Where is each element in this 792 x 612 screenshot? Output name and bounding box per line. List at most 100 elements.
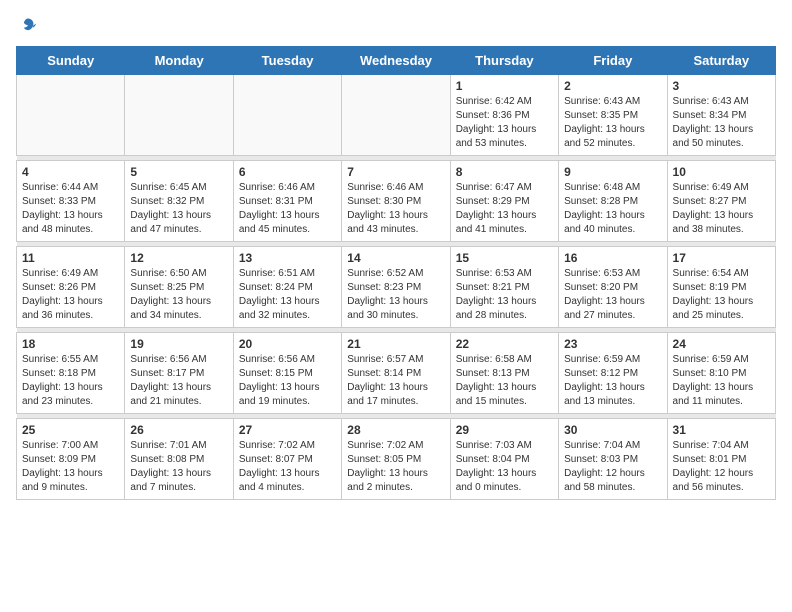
- day-number: 3: [673, 79, 770, 93]
- day-number: 22: [456, 337, 553, 351]
- calendar-cell: 16 Sunrise: 6:53 AM Sunset: 8:20 PM Dayli…: [559, 247, 667, 328]
- day-info: Sunrise: 6:49 AM Sunset: 8:27 PM Dayligh…: [673, 181, 770, 237]
- calendar-cell: 31Sunrise: 7:04 AM Sunset: 8:01 PM Dayli…: [667, 419, 775, 500]
- day-info: Sunrise: 6:52 AM Sunset: 8:23 PM Dayligh…: [347, 267, 444, 323]
- day-info: Sunrise: 6:51 AM Sunset: 8:24 PM Dayligh…: [239, 267, 336, 323]
- day-number: 9: [564, 165, 661, 179]
- calendar-cell: 9 Sunrise: 6:48 AM Sunset: 8:28 PM Daylig…: [559, 161, 667, 242]
- calendar-cell: 25 Sunrise: 7:00 AM Sunset: 8:09 PM Dayli…: [17, 419, 125, 500]
- calendar-cell: 23 Sunrise: 6:59 AM Sunset: 8:12 PM Dayli…: [559, 333, 667, 414]
- calendar-cell: [125, 75, 233, 156]
- day-number: 23: [564, 337, 661, 351]
- calendar-cell: 4 Sunrise: 6:44 AM Sunset: 8:33 PM Daylig…: [17, 161, 125, 242]
- day-header-tuesday: Tuesday: [233, 47, 341, 75]
- day-info: Sunrise: 6:56 AM Sunset: 8:15 PM Dayligh…: [239, 353, 336, 409]
- day-number: 11: [22, 251, 119, 265]
- day-info: Sunrise: 6:58 AM Sunset: 8:13 PM Dayligh…: [456, 353, 553, 409]
- day-header-friday: Friday: [559, 47, 667, 75]
- day-number: 7: [347, 165, 444, 179]
- day-number: 4: [22, 165, 119, 179]
- day-number: 18: [22, 337, 119, 351]
- calendar-cell: 24 Sunrise: 6:59 AM Sunset: 8:10 PM Dayli…: [667, 333, 775, 414]
- calendar-cell: 6 Sunrise: 6:46 AM Sunset: 8:31 PM Daylig…: [233, 161, 341, 242]
- day-number: 27: [239, 423, 336, 437]
- calendar-cell: 1 Sunrise: 6:42 AM Sunset: 8:36 PM Daylig…: [450, 75, 558, 156]
- calendar-cell: 19 Sunrise: 6:56 AM Sunset: 8:17 PM Dayli…: [125, 333, 233, 414]
- day-number: 2: [564, 79, 661, 93]
- day-header-wednesday: Wednesday: [342, 47, 450, 75]
- day-number: 21: [347, 337, 444, 351]
- calendar-cell: [17, 75, 125, 156]
- day-number: 24: [673, 337, 770, 351]
- day-number: 29: [456, 423, 553, 437]
- calendar-cell: 22 Sunrise: 6:58 AM Sunset: 8:13 PM Dayli…: [450, 333, 558, 414]
- calendar-cell: 21 Sunrise: 6:57 AM Sunset: 8:14 PM Dayli…: [342, 333, 450, 414]
- calendar-cell: 30Sunrise: 7:04 AM Sunset: 8:03 PM Dayli…: [559, 419, 667, 500]
- day-number: 28: [347, 423, 444, 437]
- calendar-cell: 18 Sunrise: 6:55 AM Sunset: 8:18 PM Dayli…: [17, 333, 125, 414]
- calendar-cell: 5 Sunrise: 6:45 AM Sunset: 8:32 PM Daylig…: [125, 161, 233, 242]
- calendar-cell: 10 Sunrise: 6:49 AM Sunset: 8:27 PM Dayli…: [667, 161, 775, 242]
- day-info: Sunrise: 7:04 AM Sunset: 8:01 PM Dayligh…: [673, 439, 770, 495]
- day-info: Sunrise: 6:48 AM Sunset: 8:28 PM Dayligh…: [564, 181, 661, 237]
- day-number: 19: [130, 337, 227, 351]
- day-info: Sunrise: 6:45 AM Sunset: 8:32 PM Dayligh…: [130, 181, 227, 237]
- day-number: 8: [456, 165, 553, 179]
- day-number: 25: [22, 423, 119, 437]
- calendar-cell: 13 Sunrise: 6:51 AM Sunset: 8:24 PM Dayli…: [233, 247, 341, 328]
- calendar-cell: [342, 75, 450, 156]
- calendar-header-row: SundayMondayTuesdayWednesdayThursdayFrid…: [17, 47, 776, 75]
- calendar-cell: 20 Sunrise: 6:56 AM Sunset: 8:15 PM Dayli…: [233, 333, 341, 414]
- calendar-cell: 26 Sunrise: 7:01 AM Sunset: 8:08 PM Dayli…: [125, 419, 233, 500]
- day-number: 15: [456, 251, 553, 265]
- day-info: Sunrise: 6:54 AM Sunset: 8:19 PM Dayligh…: [673, 267, 770, 323]
- day-info: Sunrise: 6:55 AM Sunset: 8:18 PM Dayligh…: [22, 353, 119, 409]
- day-info: Sunrise: 6:59 AM Sunset: 8:12 PM Dayligh…: [564, 353, 661, 409]
- day-number: 26: [130, 423, 227, 437]
- day-info: Sunrise: 6:46 AM Sunset: 8:30 PM Dayligh…: [347, 181, 444, 237]
- calendar-week-row: 1 Sunrise: 6:42 AM Sunset: 8:36 PM Daylig…: [17, 75, 776, 156]
- day-info: Sunrise: 7:01 AM Sunset: 8:08 PM Dayligh…: [130, 439, 227, 495]
- day-info: Sunrise: 6:57 AM Sunset: 8:14 PM Dayligh…: [347, 353, 444, 409]
- day-header-sunday: Sunday: [17, 47, 125, 75]
- day-number: 14: [347, 251, 444, 265]
- calendar-cell: 11 Sunrise: 6:49 AM Sunset: 8:26 PM Dayli…: [17, 247, 125, 328]
- day-number: 30: [564, 423, 661, 437]
- day-header-monday: Monday: [125, 47, 233, 75]
- day-number: 13: [239, 251, 336, 265]
- page-header: [16, 16, 776, 36]
- day-number: 16: [564, 251, 661, 265]
- calendar-cell: 12 Sunrise: 6:50 AM Sunset: 8:25 PM Dayli…: [125, 247, 233, 328]
- day-header-saturday: Saturday: [667, 47, 775, 75]
- calendar-cell: 14 Sunrise: 6:52 AM Sunset: 8:23 PM Dayli…: [342, 247, 450, 328]
- day-number: 1: [456, 79, 553, 93]
- day-number: 6: [239, 165, 336, 179]
- day-info: Sunrise: 7:02 AM Sunset: 8:05 PM Dayligh…: [347, 439, 444, 495]
- day-info: Sunrise: 7:02 AM Sunset: 8:07 PM Dayligh…: [239, 439, 336, 495]
- day-info: Sunrise: 6:46 AM Sunset: 8:31 PM Dayligh…: [239, 181, 336, 237]
- day-info: Sunrise: 6:56 AM Sunset: 8:17 PM Dayligh…: [130, 353, 227, 409]
- calendar-week-row: 18 Sunrise: 6:55 AM Sunset: 8:18 PM Dayli…: [17, 333, 776, 414]
- day-info: Sunrise: 6:53 AM Sunset: 8:21 PM Dayligh…: [456, 267, 553, 323]
- day-number: 10: [673, 165, 770, 179]
- calendar-week-row: 4 Sunrise: 6:44 AM Sunset: 8:33 PM Daylig…: [17, 161, 776, 242]
- day-info: Sunrise: 6:49 AM Sunset: 8:26 PM Dayligh…: [22, 267, 119, 323]
- logo-bird-icon: [18, 16, 38, 36]
- day-number: 5: [130, 165, 227, 179]
- day-header-thursday: Thursday: [450, 47, 558, 75]
- calendar-cell: 29 Sunrise: 7:03 AM Sunset: 8:04 PM Dayli…: [450, 419, 558, 500]
- day-info: Sunrise: 6:59 AM Sunset: 8:10 PM Dayligh…: [673, 353, 770, 409]
- day-info: Sunrise: 7:00 AM Sunset: 8:09 PM Dayligh…: [22, 439, 119, 495]
- day-number: 12: [130, 251, 227, 265]
- day-info: Sunrise: 6:42 AM Sunset: 8:36 PM Dayligh…: [456, 95, 553, 151]
- calendar-cell: 27 Sunrise: 7:02 AM Sunset: 8:07 PM Dayli…: [233, 419, 341, 500]
- day-info: Sunrise: 6:53 AM Sunset: 8:20 PM Dayligh…: [564, 267, 661, 323]
- day-number: 20: [239, 337, 336, 351]
- day-info: Sunrise: 7:03 AM Sunset: 8:04 PM Dayligh…: [456, 439, 553, 495]
- day-info: Sunrise: 6:50 AM Sunset: 8:25 PM Dayligh…: [130, 267, 227, 323]
- calendar-cell: 8Sunrise: 6:47 AM Sunset: 8:29 PM Daylig…: [450, 161, 558, 242]
- day-info: Sunrise: 6:44 AM Sunset: 8:33 PM Dayligh…: [22, 181, 119, 237]
- calendar-week-row: 11 Sunrise: 6:49 AM Sunset: 8:26 PM Dayli…: [17, 247, 776, 328]
- calendar-table: SundayMondayTuesdayWednesdayThursdayFrid…: [16, 46, 776, 500]
- calendar-cell: 15 Sunrise: 6:53 AM Sunset: 8:21 PM Dayli…: [450, 247, 558, 328]
